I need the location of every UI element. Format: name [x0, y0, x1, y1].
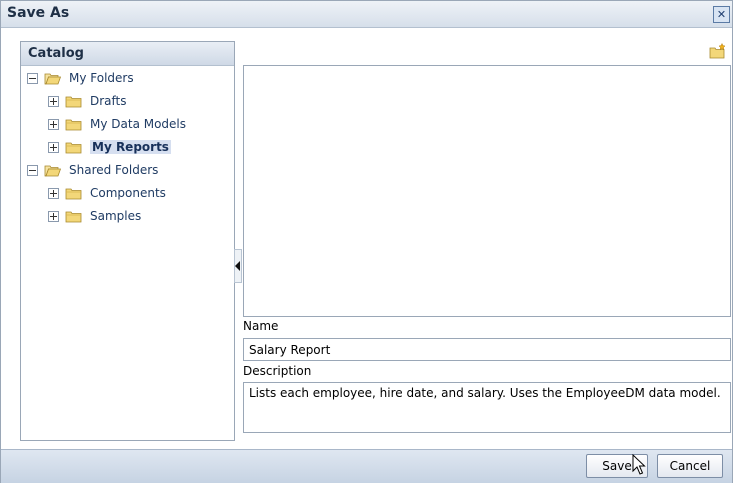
collapse-toggle-icon[interactable] [27, 164, 38, 176]
expand-toggle-icon[interactable] [48, 141, 59, 153]
folder-open-icon [44, 164, 61, 177]
save-as-dialog: Save As ✕ Catalog My Folders Drafts My D… [0, 0, 733, 483]
close-icon[interactable]: ✕ [713, 6, 730, 23]
dialog-footer: Save Cancel [1, 449, 732, 483]
save-button[interactable]: Save [586, 454, 648, 478]
tree-node-label: My Data Models [90, 117, 187, 131]
folder-icon [65, 141, 82, 154]
name-label: Name [243, 319, 279, 333]
folder-icon [65, 187, 82, 200]
tree-node-my-reports[interactable]: My Reports [48, 137, 171, 157]
description-textarea[interactable]: Lists each employee, hire date, and sala… [243, 382, 731, 433]
tree-node-label: Components [90, 186, 166, 200]
dialog-title: Save As [7, 5, 70, 21]
catalog-panel: Catalog My Folders Drafts My Data Models… [20, 41, 235, 441]
folder-contents-pane[interactable] [243, 65, 731, 317]
description-label: Description [243, 364, 312, 378]
name-input[interactable] [243, 338, 731, 361]
tree-node-label: Samples [90, 209, 142, 223]
tree-node-label-selected: My Reports [90, 140, 171, 154]
tree-node-my-data-models[interactable]: My Data Models [48, 114, 186, 134]
catalog-header: Catalog [21, 42, 234, 66]
folder-icon [65, 118, 82, 131]
tree-node-components[interactable]: Components [48, 183, 166, 203]
tree-node-label: Shared Folders [69, 163, 159, 177]
folder-open-icon [44, 72, 61, 85]
new-folder-icon[interactable] [709, 42, 727, 62]
expand-toggle-icon[interactable] [48, 118, 59, 130]
tree-node-label: My Folders [69, 71, 134, 85]
expand-toggle-icon[interactable] [48, 187, 59, 199]
collapse-toggle-icon[interactable] [27, 72, 38, 84]
tree-node-drafts[interactable]: Drafts [48, 91, 127, 111]
tree-node-shared-folders[interactable]: Shared Folders [27, 160, 158, 180]
folder-icon [65, 95, 82, 108]
expand-toggle-icon[interactable] [48, 95, 59, 107]
tree-node-samples[interactable]: Samples [48, 206, 141, 226]
cancel-button[interactable]: Cancel [657, 454, 723, 478]
panel-collapse-handle[interactable] [234, 249, 242, 283]
tree-node-label: Drafts [90, 94, 127, 108]
expand-toggle-icon[interactable] [48, 210, 59, 222]
folder-icon [65, 210, 82, 223]
tree-node-my-folders[interactable]: My Folders [27, 68, 134, 88]
dialog-titlebar[interactable]: Save As ✕ [1, 1, 732, 28]
